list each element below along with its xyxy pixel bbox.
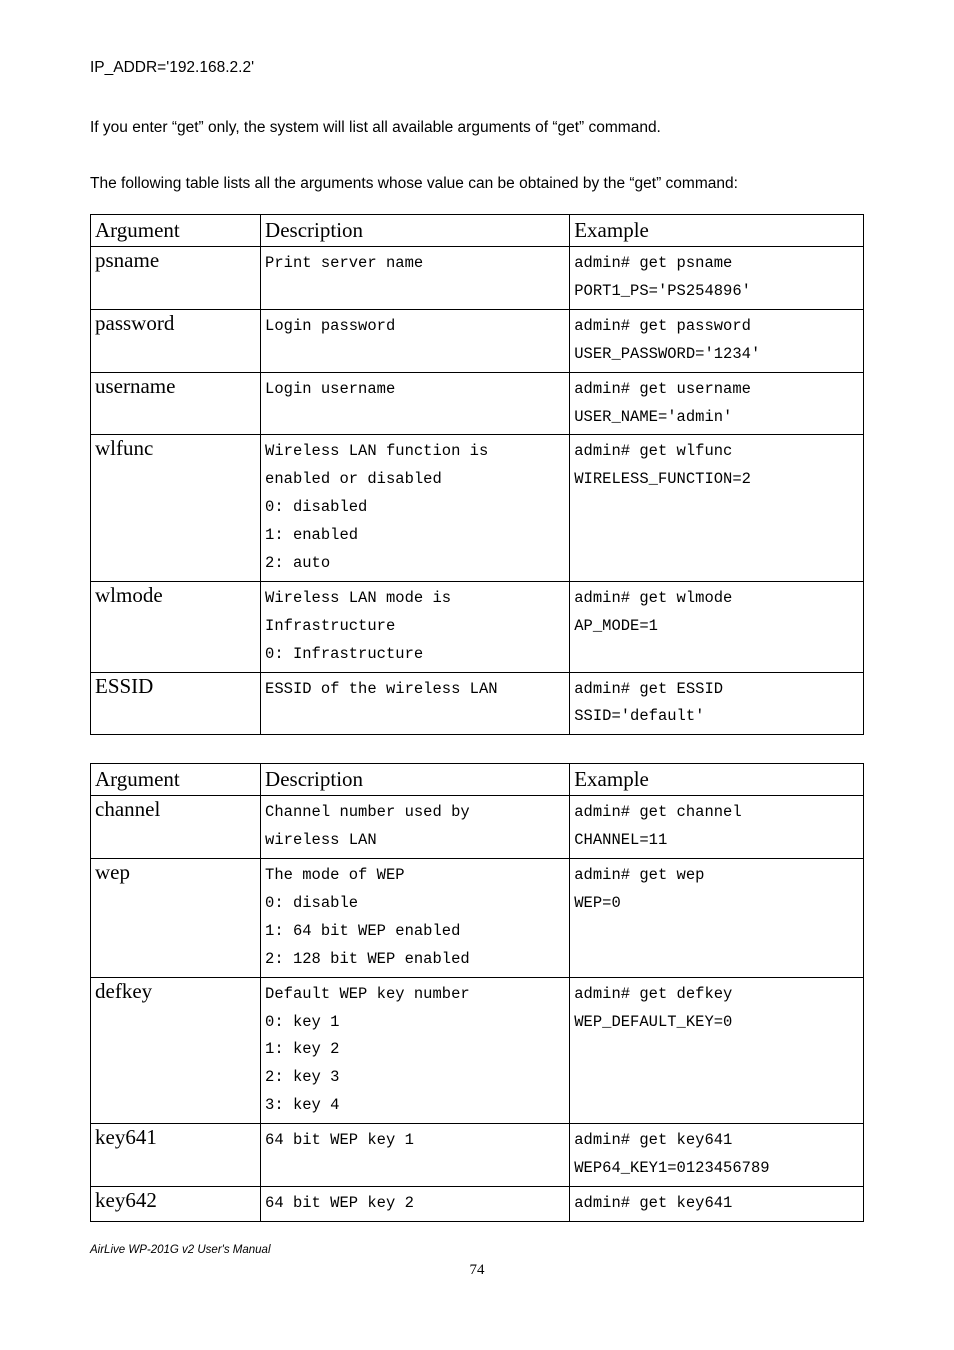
col-header-argument: Argument [91,215,261,247]
ex-cell: admin# get channel CHANNEL=11 [570,796,864,859]
table-row: ESSID ESSID of the wireless LAN admin# g… [91,672,864,735]
arg-cell: defkey [91,977,261,1123]
arg-cell: wlmode [91,581,261,672]
col-header-example: Example [570,764,864,796]
arguments-table-1: Argument Description Example psname Prin… [90,214,864,735]
arg-cell: wep [91,859,261,978]
ex-cell: admin# get wep WEP=0 [570,859,864,978]
arg-cell: channel [91,796,261,859]
arg-cell: password [91,309,261,372]
desc-cell: The mode of WEP 0: disable 1: 64 bit WEP… [261,859,570,978]
col-header-example: Example [570,215,864,247]
desc-cell: Channel number used by wireless LAN [261,796,570,859]
desc-cell: ESSID of the wireless LAN [261,672,570,735]
table-row: username Login username admin# get usern… [91,372,864,435]
table-row: psname Print server name admin# get psna… [91,247,864,310]
table-row: key642 64 bit WEP key 2 admin# get key64… [91,1186,864,1221]
document-page: IP_ADDR='192.168.2.2' If you enter “get”… [0,0,954,1309]
table-row: defkey Default WEP key number 0: key 1 1… [91,977,864,1123]
arg-cell: psname [91,247,261,310]
desc-cell: 64 bit WEP key 1 [261,1124,570,1187]
paragraph-ip-addr: IP_ADDR='192.168.2.2' [90,56,864,80]
arg-cell: ESSID [91,672,261,735]
desc-cell: Login username [261,372,570,435]
table-row: wlfunc Wireless LAN function is enabled … [91,435,864,581]
paragraph-get-only: If you enter “get” only, the system will… [90,116,864,140]
ex-cell: admin# get username USER_NAME='admin' [570,372,864,435]
desc-cell: 64 bit WEP key 2 [261,1186,570,1221]
ex-cell: admin# get defkey WEP_DEFAULT_KEY=0 [570,977,864,1123]
desc-cell: Wireless LAN mode is Infrastructure 0: I… [261,581,570,672]
table-row: wep The mode of WEP 0: disable 1: 64 bit… [91,859,864,978]
table-row: password Login password admin# get passw… [91,309,864,372]
ex-cell: admin# get key641 WEP64_KEY1=0123456789 [570,1124,864,1187]
col-header-description: Description [261,764,570,796]
desc-cell: Default WEP key number 0: key 1 1: key 2… [261,977,570,1123]
page-number: 74 [90,1262,864,1279]
desc-cell: Wireless LAN function is enabled or disa… [261,435,570,581]
desc-cell: Login password [261,309,570,372]
ex-cell: admin# get key641 [570,1186,864,1221]
table-header-row: Argument Description Example [91,215,864,247]
arg-cell: key641 [91,1124,261,1187]
arg-cell: username [91,372,261,435]
ex-cell: admin# get psname PORT1_PS='PS254896' [570,247,864,310]
table-header-row: Argument Description Example [91,764,864,796]
ex-cell: admin# get ESSID SSID='default' [570,672,864,735]
ex-cell: admin# get password USER_PASSWORD='1234' [570,309,864,372]
col-header-description: Description [261,215,570,247]
col-header-argument: Argument [91,764,261,796]
desc-cell: Print server name [261,247,570,310]
table-row: channel Channel number used by wireless … [91,796,864,859]
arg-cell: wlfunc [91,435,261,581]
ex-cell: admin# get wlmode AP_MODE=1 [570,581,864,672]
footer-text: AirLive WP-201G v2 User's Manual [90,1244,864,1256]
arg-cell: key642 [91,1186,261,1221]
table-row: key641 64 bit WEP key 1 admin# get key64… [91,1124,864,1187]
ex-cell: admin# get wlfunc WIRELESS_FUNCTION=2 [570,435,864,581]
arguments-table-2: Argument Description Example channel Cha… [90,763,864,1221]
paragraph-table-intro: The following table lists all the argume… [90,172,864,196]
table-row: wlmode Wireless LAN mode is Infrastructu… [91,581,864,672]
